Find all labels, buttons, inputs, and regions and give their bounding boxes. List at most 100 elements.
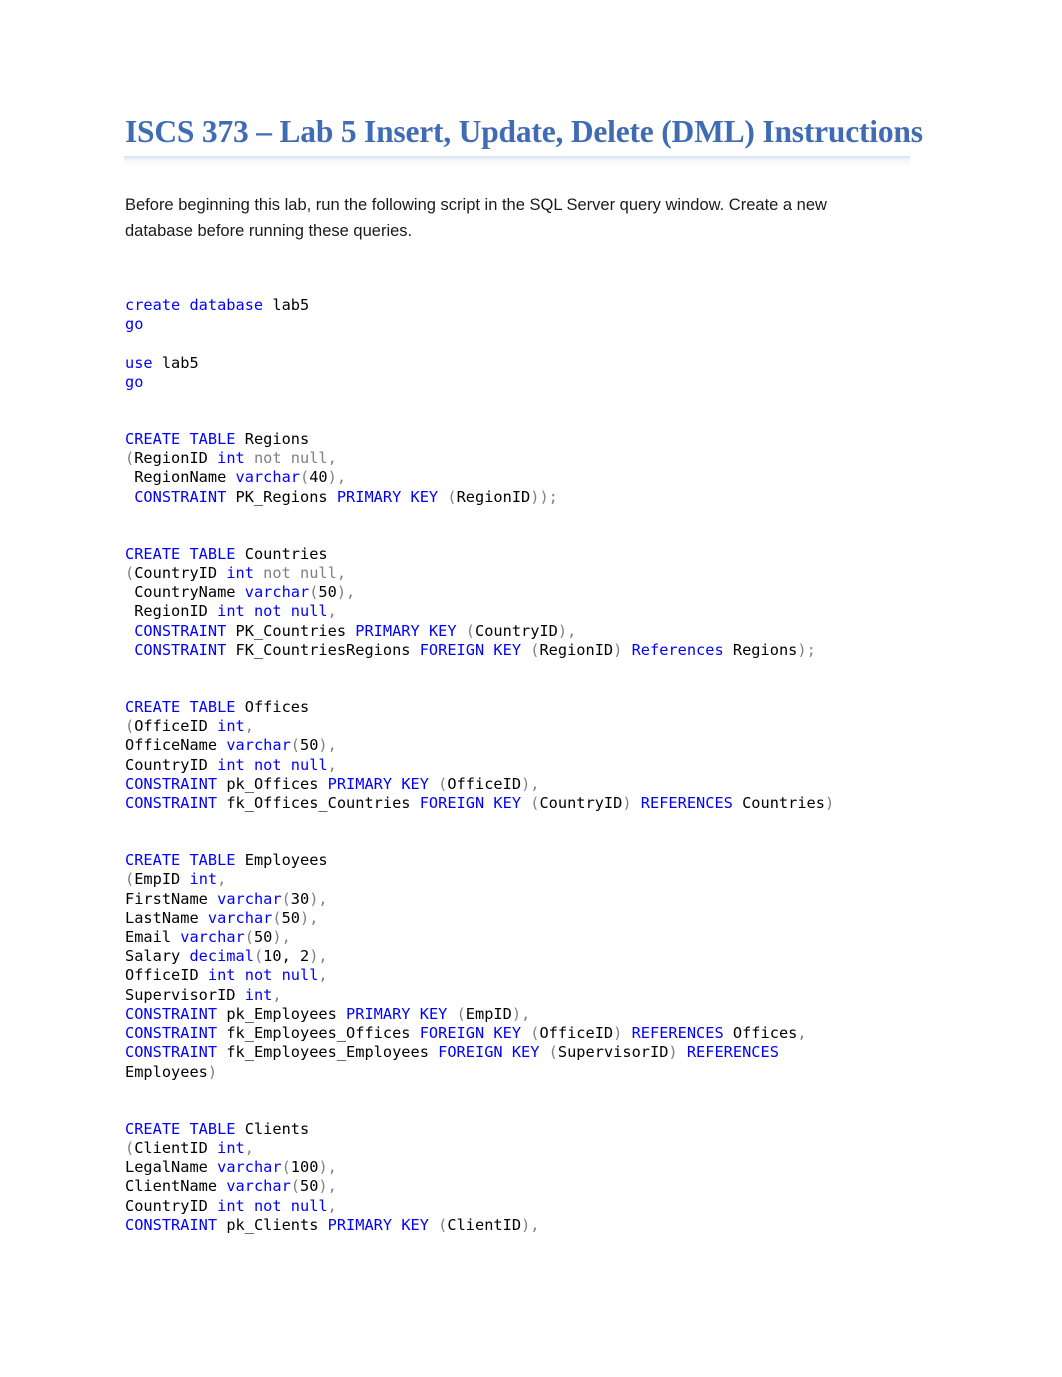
code-token: CountryID: [539, 794, 623, 813]
code-token: CONSTRAINT: [125, 1043, 227, 1062]
code-token: 50: [300, 736, 319, 755]
code-token: (: [281, 889, 291, 908]
code-token: 50: [318, 583, 337, 602]
code-token: (: [447, 487, 457, 506]
code-token: PRIMARY: [336, 487, 411, 506]
code-line: use lab5: [125, 354, 937, 373]
code-token: KEY: [493, 1024, 531, 1043]
code-token: LastName: [125, 908, 208, 927]
code-token: REFERENCES: [640, 794, 743, 813]
code-token: ),: [318, 1177, 337, 1196]
code-token: int not null: [217, 755, 328, 774]
code-line: ClientName varchar(50),: [125, 1177, 937, 1196]
code-token: (: [299, 468, 310, 487]
code-token: lab5: [161, 353, 199, 372]
code-line: go: [125, 373, 937, 392]
code-token: ),: [511, 1004, 531, 1023]
code-token: pk_Clients: [226, 1215, 328, 1234]
code-token: PRIMARY: [346, 1004, 420, 1023]
code-token: RegionID: [539, 640, 614, 659]
code-token: ,: [217, 870, 227, 889]
code-token: lab5: [272, 296, 310, 314]
code-token: Salary: [125, 947, 190, 966]
code-line: CREATE TABLE Regions: [125, 430, 937, 449]
code-line: CountryName varchar(50),: [125, 583, 937, 602]
code-token: ),: [318, 736, 337, 755]
code-line: CONSTRAINT pk_Employees PRIMARY KEY (Emp…: [125, 1005, 937, 1024]
code-token: not null,: [253, 449, 337, 468]
code-token: CONSTRAINT: [125, 640, 236, 659]
code-line: CREATE TABLE Employees: [125, 851, 937, 870]
code-token: (: [125, 717, 135, 736]
code-token: fk_Offices_Countries: [226, 794, 420, 813]
code-line: CREATE TABLE Countries: [125, 545, 937, 564]
code-token: ),: [309, 889, 328, 908]
intro-paragraph: Before beginning this lab, run the follo…: [125, 196, 827, 240]
code-token: ),: [521, 1215, 540, 1234]
code-token: ),: [521, 774, 540, 793]
code-token: CREATE: [125, 430, 190, 449]
code-token: CREATE: [125, 1119, 190, 1138]
code-token: varchar: [217, 1158, 282, 1177]
code-line: CREATE TABLE Clients: [125, 1120, 937, 1139]
code-token: (: [290, 736, 300, 755]
title-underline-rule: [124, 156, 910, 166]
code-token: ): [613, 640, 632, 659]
code-token: Regions: [244, 430, 310, 449]
code-token: TABLE: [189, 544, 245, 563]
code-token: TABLE: [189, 698, 245, 717]
code-token: ,: [327, 755, 337, 774]
code-token: OfficeID: [134, 717, 218, 736]
code-line: CONSTRAINT fk_Offices_Countries FOREIGN …: [125, 794, 937, 813]
code-token: (: [125, 870, 135, 889]
code-token: (: [438, 774, 448, 793]
code-line: create database lab5: [125, 296, 937, 315]
code-token: fk_Employees_Employees: [226, 1043, 439, 1062]
code-token: 100: [290, 1158, 319, 1177]
code-line: SupervisorID int,: [125, 986, 937, 1005]
document-page: ISCS 373 – Lab 5 Insert, Update, Delete …: [0, 0, 1062, 1377]
code-line: FirstName varchar(30),: [125, 890, 937, 909]
code-token: fk_Employees_Offices: [226, 1024, 420, 1043]
code-block-create-table-regions: CREATE TABLE Regions ( RegionID int not nu…: [125, 430, 937, 507]
code-token: ): [622, 794, 641, 813]
code-token: Offices: [244, 698, 310, 717]
code-token: CountryID: [134, 564, 227, 583]
code-token: KEY: [401, 1215, 439, 1234]
code-token: PRIMARY: [327, 774, 402, 793]
code-token: int: [244, 985, 273, 1004]
code-token: int not null: [217, 602, 328, 621]
code-block-create-table-clients: CREATE TABLE Clients (ClientID int, LegalN…: [125, 1120, 937, 1235]
code-token: CountryID: [475, 621, 558, 640]
code-token: ClientID: [447, 1215, 522, 1234]
code-token: PK_Regions: [235, 487, 337, 506]
code-token: int not null: [217, 1196, 328, 1215]
code-token: CREATE: [125, 851, 190, 870]
sql-script-container: create database lab5 go use lab5 go CREATE …: [125, 244, 937, 1235]
code-token: ),: [557, 621, 577, 640]
code-token: KEY: [493, 640, 531, 659]
code-token: SupervisorID: [125, 985, 245, 1004]
code-token: ),: [327, 468, 347, 487]
code-token: OfficeID: [539, 1024, 614, 1043]
code-token: Regions: [732, 640, 798, 659]
code-token: varchar: [244, 583, 310, 602]
code-line: CONSTRAINT fk_Employees_Offices FOREIGN …: [125, 1024, 937, 1043]
code-token: not null,: [263, 564, 347, 583]
code-token: FOREIGN: [419, 1024, 494, 1043]
code-token: RegionID: [134, 449, 218, 468]
code-token: int: [217, 449, 254, 468]
code-token: ,: [244, 1138, 254, 1157]
code-token: CONSTRAINT: [125, 1215, 227, 1234]
code-token: (: [281, 1158, 291, 1177]
code-token: ));: [530, 487, 558, 506]
code-token: Employees: [125, 1062, 208, 1081]
code-token: varchar: [226, 736, 291, 755]
code-token: );: [797, 640, 816, 659]
code-line: LastName varchar(50),: [125, 909, 937, 928]
code-token: Countries: [244, 544, 328, 563]
code-token: 30: [290, 889, 310, 908]
code-token: CONSTRAINT: [125, 621, 236, 640]
code-token: (: [272, 908, 282, 927]
